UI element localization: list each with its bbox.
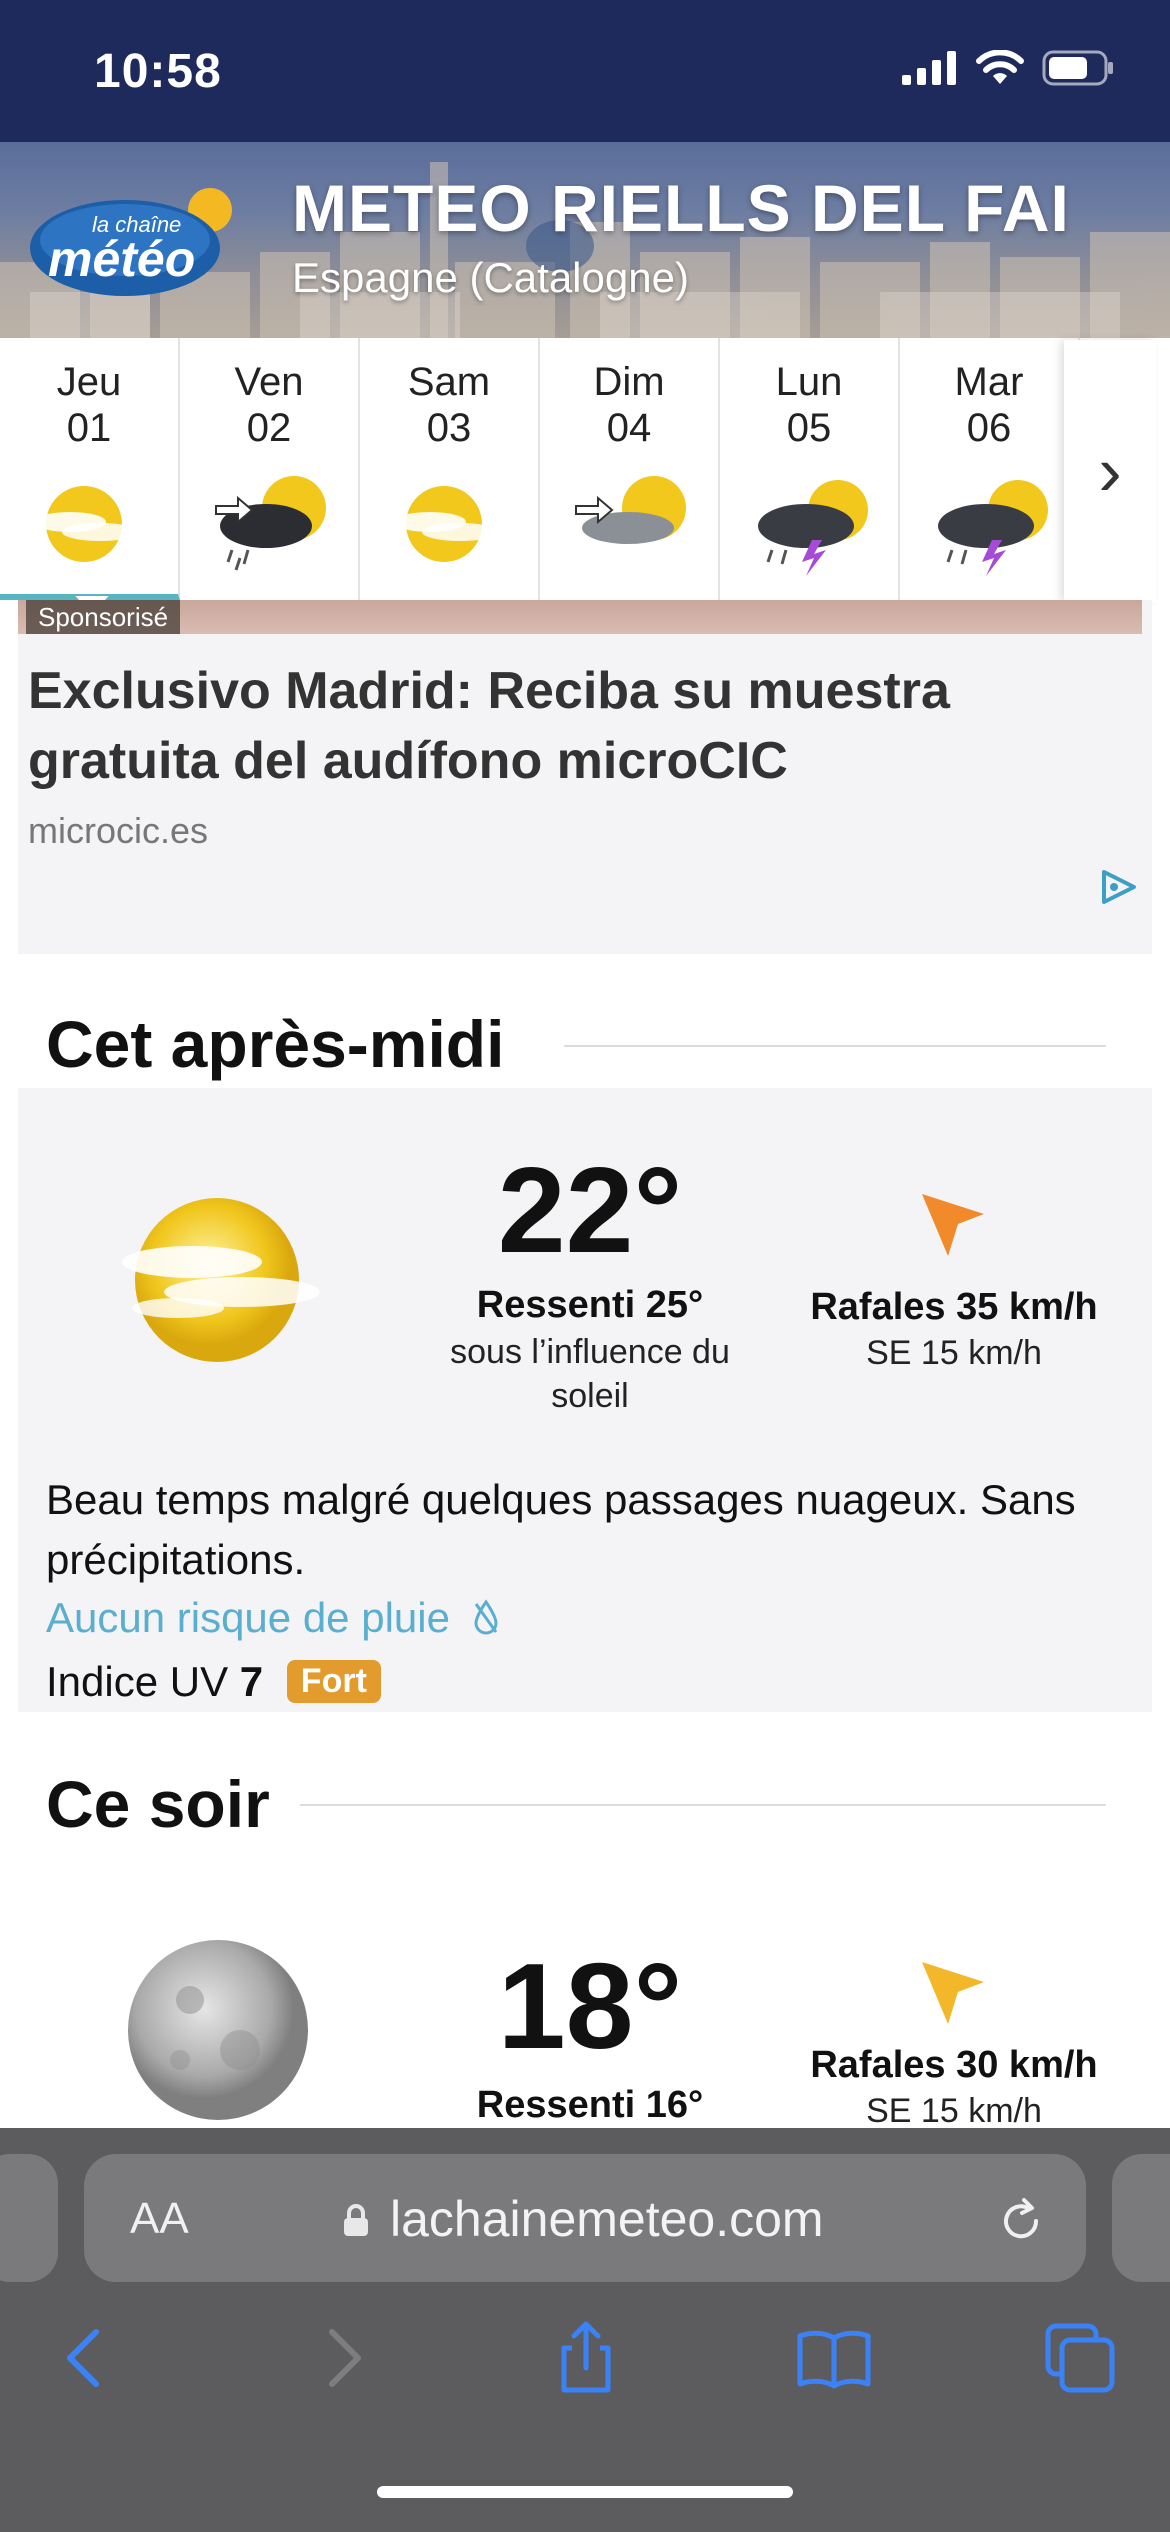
- tabs-icon[interactable]: [1040, 2318, 1120, 2398]
- status-time: 10:58: [94, 45, 222, 98]
- day-name: Mar: [954, 360, 1024, 404]
- day-tab-ven[interactable]: Ven 02: [180, 338, 360, 600]
- wind-direction-arrow-icon: [922, 1962, 984, 2024]
- sun-cloud-icon: [122, 1198, 320, 1362]
- afternoon-feels-note: sous l’influence du soleil: [450, 1333, 730, 1415]
- ad-title[interactable]: Exclusivo Madrid: Reciba su muestra grat…: [28, 656, 1128, 796]
- la-chaine-meteo-logo[interactable]: la chaîne météo: [30, 180, 245, 298]
- day-tab-jeu[interactable]: Jeu 01: [0, 338, 180, 600]
- chevron-right-icon[interactable]: ›: [1064, 340, 1156, 602]
- evening-temperature: 18°: [497, 1938, 683, 2074]
- section-divider: [564, 1045, 1106, 1047]
- moon-icon: [128, 1940, 308, 2120]
- day-selector: Jeu 01 Ven 02 Sam 03 Dim 04 Lun 05 Mar 0…: [0, 338, 1170, 600]
- evening-feels-like: Ressenti 16°: [476, 2084, 704, 2126]
- sponsored-label: Sponsorisé: [26, 600, 181, 634]
- reader-text-settings-button[interactable]: AA: [130, 2194, 189, 2244]
- sun-cloud-icon: [34, 486, 138, 562]
- afternoon-feels-like: Ressenti 25°: [476, 1284, 704, 1326]
- day-number: 02: [246, 406, 292, 450]
- evening-gusts: Rafales 30 km/h: [810, 2044, 1098, 2086]
- lock-icon: [344, 2204, 368, 2236]
- day-number: 01: [66, 406, 112, 450]
- storm-sun-icon: [938, 480, 1048, 576]
- home-indicator[interactable]: [377, 2486, 793, 2498]
- day-number: 06: [966, 406, 1012, 450]
- wifi-icon: [976, 50, 1024, 84]
- day-number: 04: [606, 406, 652, 450]
- evening-heading: Ce soir: [46, 1767, 270, 1841]
- url-text[interactable]: lachainemeteo.com: [390, 2190, 824, 2248]
- day-name: Sam: [407, 360, 491, 404]
- address-bar[interactable]: AA lachainemeteo.com: [84, 2154, 1086, 2282]
- sun-rain-wind-icon: [215, 476, 326, 571]
- sponsored-ad[interactable]: Sponsorisé Exclusivo Madrid: Reciba su m…: [18, 600, 1152, 954]
- day-tab-dim[interactable]: Dim 04: [540, 338, 720, 600]
- share-icon[interactable]: [546, 2318, 626, 2398]
- afternoon-gusts: Rafales 35 km/h: [810, 1286, 1098, 1328]
- day-name: Jeu: [56, 360, 122, 404]
- sun-cloud-icon: [394, 486, 498, 562]
- sun-cloud-wind-icon: [575, 476, 686, 544]
- storm-sun-icon: [758, 480, 868, 576]
- section-divider: [300, 1804, 1106, 1806]
- city-title: METEO RIELLS DEL FAI: [292, 171, 1070, 245]
- uv-label: Indice UV: [46, 1658, 229, 1705]
- afternoon-heading: Cet après-midi: [46, 1007, 505, 1081]
- uv-value: 7: [239, 1658, 264, 1705]
- ad-image: [18, 600, 1142, 634]
- day-name: Dim: [593, 360, 665, 404]
- bookmarks-icon[interactable]: [794, 2318, 874, 2398]
- rain-risk-link[interactable]: Aucun risque de pluie: [46, 1594, 500, 1642]
- day-tab-mar[interactable]: Mar 06: [900, 338, 1080, 600]
- evening-wind: SE 15 km/h: [866, 2092, 1042, 2130]
- status-icons: [902, 50, 1114, 86]
- wind-direction-arrow-icon: [922, 1194, 984, 1256]
- previous-tab-preview[interactable]: [0, 2154, 58, 2282]
- browser-toolbar: AA lachainemeteo.com: [0, 2128, 1170, 2532]
- day-number: 05: [786, 406, 832, 450]
- uv-index: Indice UV 7 Fort: [46, 1658, 381, 1706]
- day-number: 03: [426, 406, 472, 450]
- day-name: Ven: [234, 360, 304, 404]
- afternoon-wind: SE 15 km/h: [866, 1334, 1042, 1372]
- afternoon-description: Beau temps malgré quelques passages nuag…: [46, 1476, 1076, 1583]
- location-header: la chaîne météo METEO RIELLS DEL FAI Esp…: [0, 142, 1170, 338]
- day-tab-sam[interactable]: Sam 03: [360, 338, 540, 600]
- back-icon[interactable]: [48, 2318, 128, 2398]
- adchoices-icon[interactable]: [1098, 868, 1140, 906]
- next-tab-preview[interactable]: [1112, 2154, 1170, 2282]
- uv-level-badge: Fort: [286, 1660, 381, 1703]
- status-bar: 10:58: [0, 0, 1170, 142]
- svg-text:météo: météo: [48, 231, 195, 287]
- reload-icon[interactable]: [996, 2196, 1046, 2246]
- ad-domain: microcic.es: [28, 810, 209, 851]
- rain-risk-label: Aucun risque de pluie: [46, 1594, 450, 1641]
- forward-icon[interactable]: [300, 2318, 380, 2398]
- no-rain-drop-icon: [474, 1599, 498, 1635]
- battery-icon: [1042, 50, 1113, 86]
- day-tab-lun[interactable]: Lun 05: [720, 338, 900, 600]
- day-name: Lun: [775, 360, 843, 404]
- region-label: Espagne (Catalogne): [292, 254, 689, 301]
- afternoon-temperature: 22°: [497, 1142, 683, 1278]
- signal-icon: [902, 51, 956, 85]
